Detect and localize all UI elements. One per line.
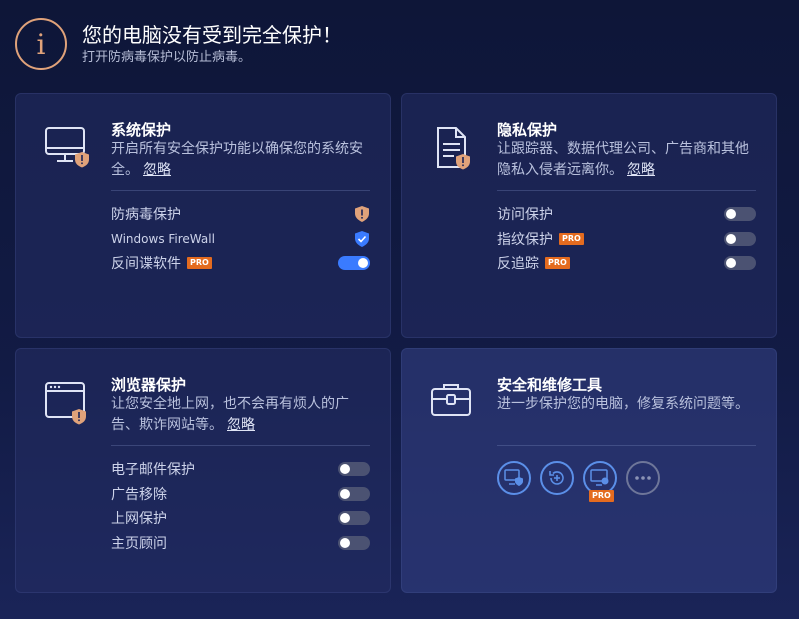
card-description: 让您安全地上网，也不会再有烦人的广告、欺诈网站等。 忽略 [111, 396, 349, 433]
row-label: 反追踪 PRO [497, 253, 570, 273]
restore-tool-icon[interactable] [540, 461, 574, 495]
row-label: 主页顾问 [111, 535, 167, 552]
card-description: 让跟踪器、数据代理公司、广告商和其他隐私入侵者远离你。 忽略 [497, 141, 749, 178]
pc-repair-tool-icon[interactable]: PRO [583, 461, 617, 502]
fingerprint-protection-toggle[interactable] [724, 231, 756, 246]
row-homepage-advisor: 主页顾问 [111, 531, 370, 556]
anti-tracking-toggle[interactable] [724, 256, 756, 271]
shield-check-icon [354, 230, 370, 247]
shield-warning-icon [354, 206, 370, 223]
web-protection-toggle[interactable] [338, 511, 370, 526]
divider [497, 445, 756, 446]
row-access-protection: 访问保护 [497, 202, 756, 227]
header-subtitle: 打开防病毒保护以防止病毒。 [82, 50, 252, 65]
more-icon[interactable] [626, 461, 660, 495]
info-icon: i [15, 18, 67, 70]
ignore-link[interactable]: 忽略 [627, 162, 655, 178]
privacy-protection-card: 隐私保护 让跟踪器、数据代理公司、广告商和其他隐私入侵者远离你。 忽略 访问保护 … [401, 93, 777, 338]
divider [111, 190, 370, 191]
row-label: 反间谍软件 PRO [111, 253, 212, 273]
pro-badge: PRO [589, 490, 614, 502]
row-label: 指纹保护 PRO [497, 229, 584, 249]
card-description: 开启所有安全保护功能以确保您的系统安全。 忽略 [111, 141, 363, 178]
email-protection-toggle[interactable] [338, 462, 370, 477]
pro-badge: PRO [559, 232, 584, 245]
row-fingerprint-protection: 指纹保护 PRO [497, 227, 756, 252]
browser-warning-icon [44, 379, 94, 429]
monitor-warning-icon [44, 124, 94, 174]
security-tools-card: 安全和维修工具 进一步保护您的电脑，修复系统问题等。 PRO [401, 348, 777, 593]
pc-shield-tool-icon[interactable] [497, 461, 531, 495]
row-label: 防病毒保护 [111, 207, 181, 224]
header-title: 您的电脑没有受到完全保护！ [82, 23, 342, 47]
row-label: 广告移除 [111, 486, 167, 503]
toolbox-icon [430, 379, 480, 429]
ignore-link[interactable]: 忽略 [143, 162, 171, 178]
pro-badge: PRO [545, 257, 570, 270]
row-antivirus: 防病毒保护 [111, 202, 370, 227]
ad-removal-toggle[interactable] [338, 486, 370, 501]
row-anti-spyware: 反间谍软件 PRO [111, 251, 370, 276]
ignore-link[interactable]: 忽略 [227, 417, 255, 433]
homepage-advisor-toggle[interactable] [338, 535, 370, 550]
document-warning-icon [430, 124, 480, 174]
card-title: 浏览器保护 [111, 376, 187, 394]
row-label: 访问保护 [497, 207, 553, 224]
divider [111, 445, 370, 446]
system-protection-card: 系统保护 开启所有安全保护功能以确保您的系统安全。 忽略 防病毒保护 Window… [15, 93, 391, 338]
row-web-protection: 上网保护 [111, 506, 370, 531]
browser-protection-card: 浏览器保护 让您安全地上网，也不会再有烦人的广告、欺诈网站等。 忽略 电子邮件保护… [15, 348, 391, 593]
row-firewall: Windows FireWall [111, 227, 370, 252]
row-label: 上网保护 [111, 511, 167, 528]
card-title: 隐私保护 [497, 121, 558, 139]
card-description: 进一步保护您的电脑，修复系统问题等。 [497, 396, 749, 412]
divider [497, 190, 756, 191]
warning-header: i 您的电脑没有受到完全保护！ 打开防病毒保护以防止病毒。 [15, 16, 342, 72]
card-title: 安全和维修工具 [497, 376, 603, 394]
access-protection-toggle[interactable] [724, 207, 756, 222]
row-ad-removal: 广告移除 [111, 482, 370, 507]
row-email-protection: 电子邮件保护 [111, 457, 370, 482]
row-label: 电子邮件保护 [111, 462, 195, 479]
row-anti-tracking: 反追踪 PRO [497, 251, 756, 276]
anti-spyware-toggle[interactable] [338, 256, 370, 271]
pro-badge: PRO [187, 257, 212, 270]
card-title: 系统保护 [111, 121, 172, 139]
row-label: Windows FireWall [111, 231, 215, 246]
